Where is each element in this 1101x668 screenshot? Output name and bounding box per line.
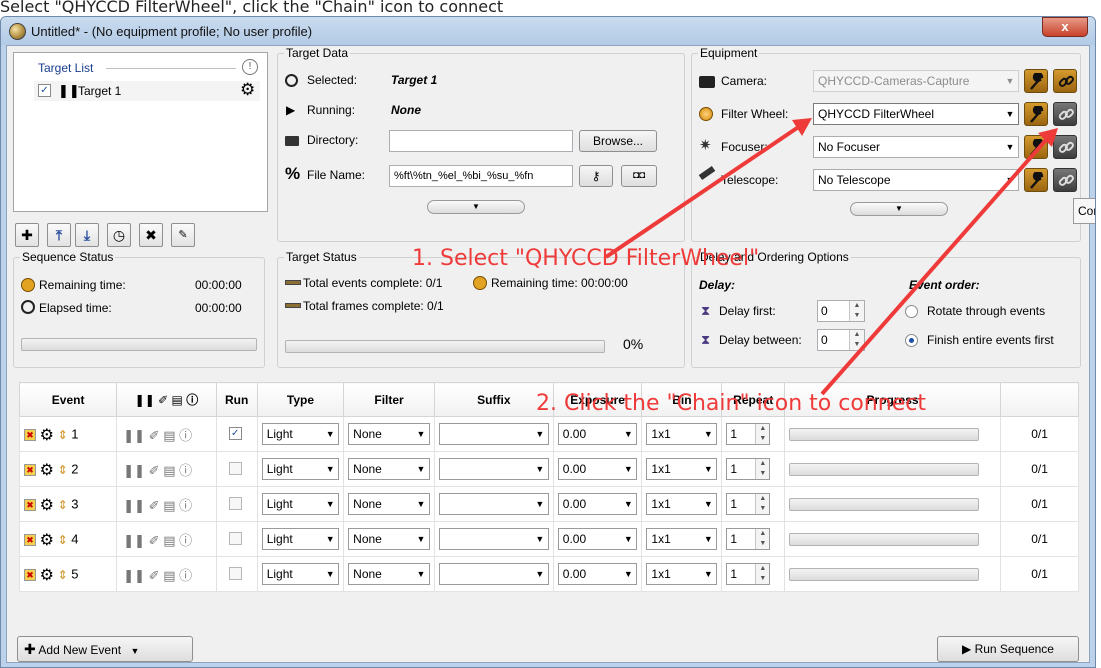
annotation-arrow-2	[820, 138, 1048, 396]
annotation-step-1: 1. Select "QHYCCD FilterWheel"	[412, 246, 760, 271]
annotation-arrows	[604, 118, 1058, 396]
annotation-arrow-1	[604, 124, 802, 259]
annotation-step-2: 2. Click the "Chain" icon to connect	[536, 391, 926, 416]
